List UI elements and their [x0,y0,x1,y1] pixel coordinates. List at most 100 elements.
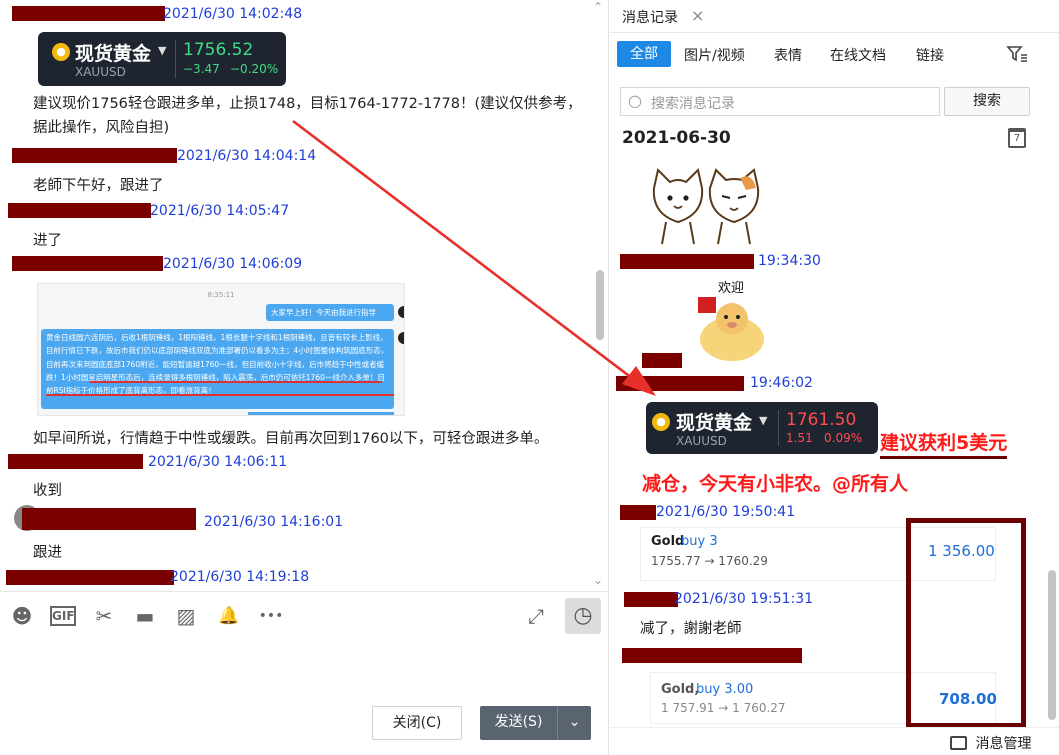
chat-scrollbar[interactable] [596,270,604,340]
welcome-sticker[interactable]: 欢迎 [686,275,774,365]
quote-change: −3.47 [183,62,220,76]
annotation-reduce: 减仓，今天有小非农。@所有人 [642,473,909,495]
search-box[interactable]: ○ 搜索消息记录 [620,87,940,116]
avatar [398,332,404,344]
avatar [398,306,404,318]
folder-icon[interactable]: ▬ [133,604,157,628]
search-input[interactable]: 搜索消息记录 [651,93,735,113]
header-divider [610,32,1059,33]
input-divider [0,591,608,592]
message-text: 减了，謝謝老師 [640,621,742,637]
expand-icon[interactable]: ⤢ [524,604,548,628]
redacted-sender [12,256,163,271]
search-button[interactable]: 搜索 [944,87,1030,116]
chat-bubble-icon [950,736,967,750]
quote-change-pct: 0.09% [824,431,863,445]
tab-docs[interactable]: 在线文档 [830,45,886,65]
chat-pane: 2021/6/30 14:02:48 ● 现货黄金 ▼ XAUUSD 1756.… [0,0,609,755]
message-text: 如早间所说，行情趋于中性或缓跌。目前再次回到1760以下，可轻仓跟进多单。 [33,431,549,447]
trade-action: buy 3 [681,534,718,549]
redacted-sender [6,570,174,585]
message-timestamp: 2021/6/30 14:04:14 [177,148,317,164]
calendar-day: 7 [1013,133,1021,144]
tab-stickers[interactable]: 表情 [774,45,802,65]
calendar-icon[interactable]: 7 [1008,128,1026,148]
highlight-underline [46,394,394,396]
filter-icon[interactable] [1006,43,1028,65]
footer-divider [610,727,1059,728]
emoji-icon[interactable]: ☻ [10,604,34,628]
quote-symbol: XAUUSD [75,65,126,79]
message-timestamp: 2021/6/30 14:16:01 [204,514,344,530]
scroll-down-icon[interactable]: ⌄ [593,573,603,587]
redacted-sender [12,148,177,163]
quote-price: 1756.52 [183,40,254,60]
message-text: 跟进 [33,545,62,561]
message-manage-button[interactable]: 消息管理 [950,733,1031,753]
quote-change: 1.51 [786,431,813,445]
gold-coin-icon: ● [52,43,70,61]
tab-links[interactable]: 链接 [916,45,944,65]
redacted-sender [22,508,196,530]
quote-symbol: XAUUSD [676,434,727,448]
date-header: 2021-06-30 [622,128,731,148]
redacted-sender [8,454,143,469]
highlight-underline [90,381,382,383]
panel-title: 消息记录 [622,10,678,26]
chevron-down-icon: ⌄ [568,714,581,730]
screenshot-image[interactable]: 8:35:11 大家早上好！今天由我进行指导 黄金日线圆六连阴后，后收1根阴锤线… [37,283,405,416]
history-scrollbar[interactable] [1048,570,1056,720]
trade-asset: Gold, [661,682,700,697]
message-text: 老師下午好，跟进了 [33,178,164,194]
scissors-icon[interactable]: ✂ [92,604,116,628]
redacted-sender [8,203,151,218]
close-button[interactable]: 关闭(C) [372,706,462,740]
image-icon[interactable]: ▨ [174,604,198,628]
quote-card[interactable]: ● 现货黄金 ▼ XAUUSD 1756.52 −3.47 −0.20% [38,32,286,86]
panel-tab[interactable]: 消息记录 × [610,0,715,32]
redacted-sender [12,6,165,21]
trade-prices: 1755.77 → 1760.29 [651,554,768,568]
message-timestamp: 2021/6/30 14:06:11 [148,454,288,470]
history-pane: 消息记录 × 全部 图片/视频 表情 在线文档 链接 ○ 搜索消息记录 搜索 2… [610,0,1059,755]
caret-down-icon: ▼ [759,414,768,427]
trade-action: buy 3.00 [696,682,754,697]
redacted-sender [616,376,744,391]
message-timestamp: 2021/6/30 19:51:31 [674,591,814,607]
message-timestamp: 19:34:30 [758,253,821,269]
bell-icon[interactable]: 🔔 [217,604,241,628]
message-timestamp: 2021/6/30 14:05:47 [150,203,290,219]
tab-all[interactable]: 全部 [617,41,671,67]
message-timestamp: 19:46:02 [750,375,813,391]
screenshot-time: 8:35:11 [207,291,235,299]
divider [778,410,779,446]
close-icon[interactable]: × [691,6,704,25]
gold-coin-icon: ● [652,413,670,431]
screenshot-greeting-bubble: 大家早上好！今天由我进行指导 [266,304,394,322]
annotation-box [906,518,1026,728]
cat-sticker[interactable] [646,158,770,246]
trade-prices: 1 757.91 → 1 760.27 [661,701,786,715]
message-timestamp: 2021/6/30 14:06:09 [163,256,303,272]
more-icon[interactable]: ••• [255,604,287,628]
quote-card[interactable]: ● 现货黄金 ▼ XAUUSD 1761.50 1.51 0.09% [646,402,878,454]
redacted-sender [620,254,754,269]
screenshot-analysis-bubble: 黄金日线圆六连阴后，后收1根阴锤线，1根阳锤线，1根长腿十字线和1根阴锤线，且皆… [41,329,394,409]
gif-icon[interactable]: GIF [50,606,76,626]
message-text: 进了 [33,233,62,249]
send-options-button[interactable]: ⌄ [557,706,591,740]
redacted-sender [620,505,656,520]
redacted-sender [624,592,678,607]
message-timestamp: 2021/6/30 14:19:18 [170,569,310,585]
history-button[interactable]: ◷ [565,598,601,634]
send-button[interactable]: 发送(S) [480,706,557,740]
caret-down-icon: ▼ [158,44,167,57]
clock-icon: ◷ [573,603,593,628]
annotation-profit: 建议获利5美元 [880,428,1008,459]
quote-name: 现货黄金 [75,43,152,65]
quote-name: 现货黄金 [676,412,753,434]
scroll-up-icon[interactable]: ⌃ [593,0,603,14]
trade-asset: Gold [651,534,685,549]
message-manage-label: 消息管理 [975,736,1032,752]
tab-media[interactable]: 图片/视频 [684,45,745,65]
